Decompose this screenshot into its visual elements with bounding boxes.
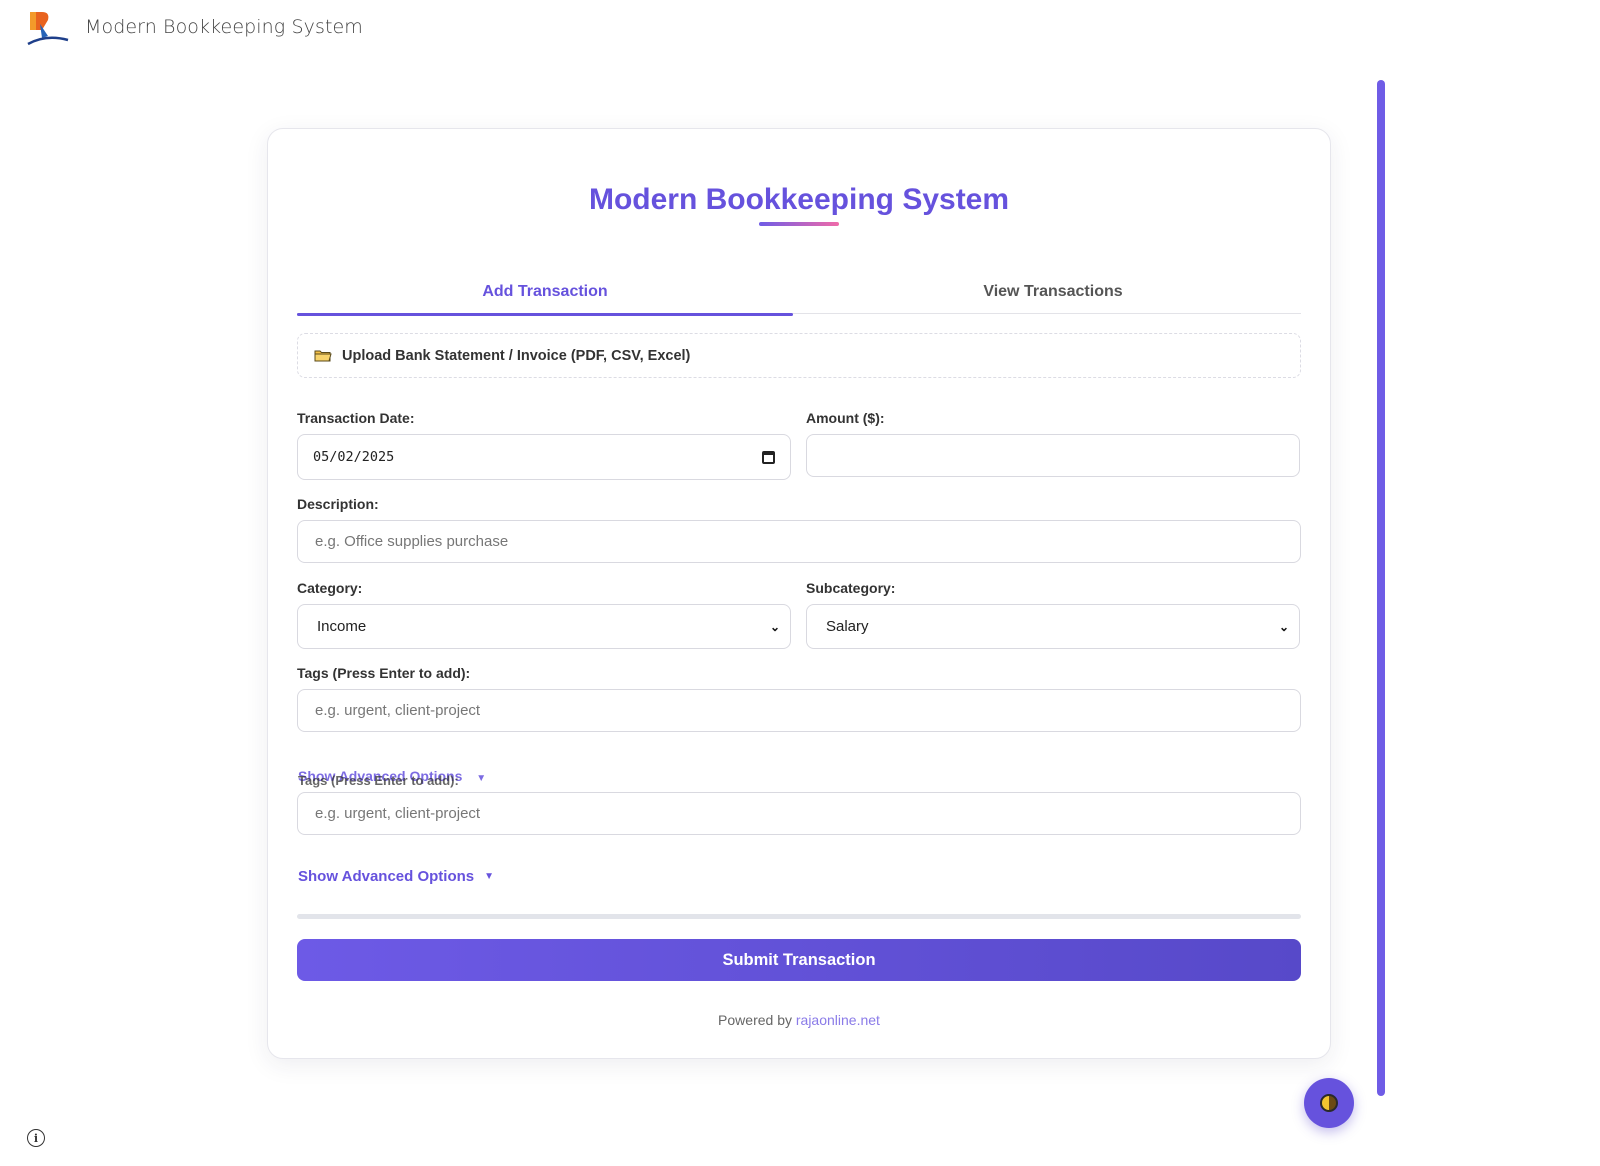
amount-label: Amount ($): (806, 410, 885, 426)
transaction-date-label: Transaction Date: (297, 410, 415, 426)
tags-label: Tags (Press Enter to add): (297, 665, 471, 681)
app-title: Modern Bookkeeping System (85, 16, 363, 38)
amount-field[interactable] (806, 434, 1300, 477)
app-logo-icon (27, 12, 69, 46)
advanced-options-toggle[interactable]: Show Advanced Options ▼ (298, 868, 494, 885)
subcategory-label: Subcategory: (806, 580, 896, 596)
app-bar: Modern Bookkeeping System (0, 0, 1600, 60)
calendar-icon[interactable] (762, 450, 775, 464)
info-icon[interactable]: i (27, 1129, 45, 1147)
tab-view-transactions[interactable]: View Transactions (805, 269, 1301, 314)
tags-label-overlap: Tags (Press Enter to add): (298, 773, 459, 788)
description-field[interactable] (297, 520, 1301, 563)
category-select[interactable]: Income ⌄ (297, 604, 791, 649)
tags-field-duplicate[interactable] (297, 792, 1301, 835)
powered-by-prefix: Powered by (718, 1012, 792, 1028)
category-value: Income (317, 618, 367, 635)
main-card: Modern Bookkeeping System Add Transactio… (267, 128, 1331, 1059)
description-label: Description: (297, 496, 379, 512)
category-label: Category: (297, 580, 363, 596)
chevron-down-icon: ⌄ (1278, 619, 1289, 634)
tags-input[interactable] (313, 701, 1285, 720)
subcategory-value: Salary (826, 618, 869, 635)
folder-icon (314, 350, 332, 362)
transaction-date-value: 05/02/2025 (313, 449, 395, 465)
powered-by: Powered by rajaonline.net (297, 1012, 1301, 1028)
tags-input-duplicate[interactable] (313, 804, 1285, 823)
title-underline (759, 222, 839, 226)
amount-input[interactable] (822, 446, 1284, 465)
triangle-down-icon: ▼ (484, 871, 495, 882)
subcategory-select[interactable]: Salary ⌄ (806, 604, 1300, 649)
tags-field[interactable] (297, 689, 1301, 732)
theme-toggle-button[interactable] (1304, 1078, 1354, 1128)
page-title: Modern Bookkeeping System (588, 183, 1010, 216)
transaction-date-input[interactable]: 05/02/2025 (297, 434, 791, 480)
upload-label: Upload Bank Statement / Invoice (PDF, CS… (342, 347, 691, 364)
powered-by-link[interactable]: rajaonline.net (796, 1012, 880, 1028)
theme-icon (1320, 1094, 1338, 1112)
description-input[interactable] (313, 532, 1285, 551)
progress-bar (297, 914, 1301, 919)
upload-dropzone[interactable]: Upload Bank Statement / Invoice (PDF, CS… (297, 333, 1301, 378)
advanced-options-label: Show Advanced Options (298, 868, 475, 885)
chevron-down-icon: ⌄ (769, 619, 780, 634)
tab-add-transaction[interactable]: Add Transaction (297, 269, 793, 316)
submit-transaction-button[interactable]: Submit Transaction (297, 939, 1301, 981)
tab-bar: Add Transaction View Transactions (297, 269, 1301, 316)
scrollbar[interactable] (1377, 80, 1385, 1096)
